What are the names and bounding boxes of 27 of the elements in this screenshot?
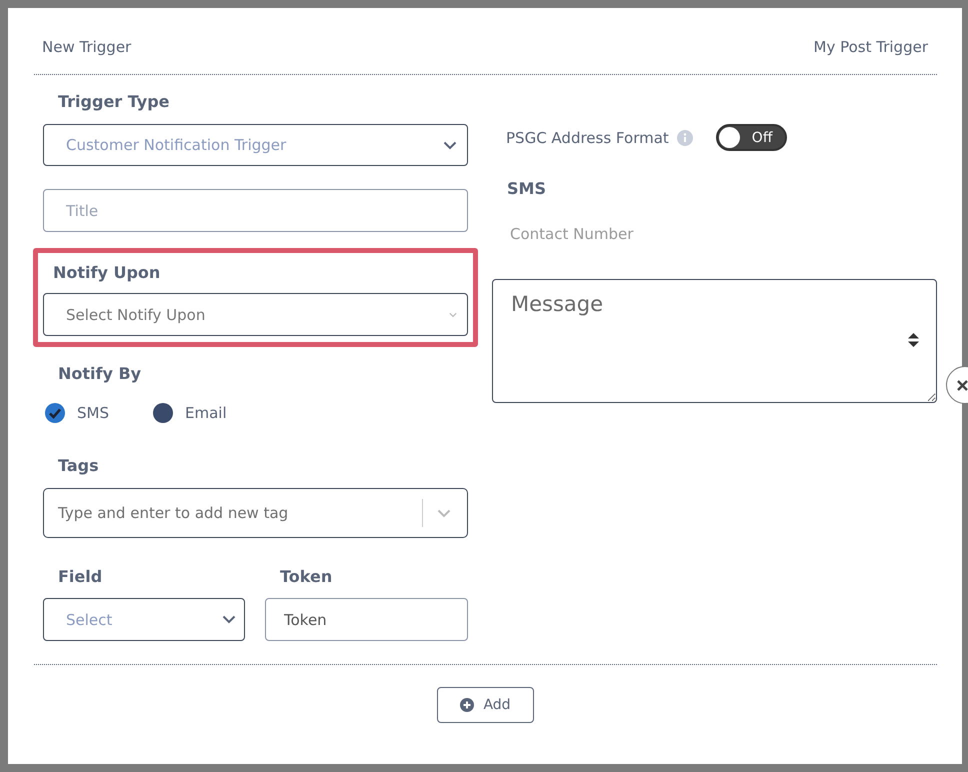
title-field[interactable]: Title: [43, 189, 468, 232]
chevron-icon: [437, 508, 451, 518]
tags-field[interactable]: Type and enter to add new tag: [43, 488, 468, 538]
token-field[interactable]: Token: [265, 598, 468, 641]
field-label: Field: [57, 567, 102, 587]
section-heading: SMS: [506, 179, 546, 199]
chevron-icon: [443, 140, 457, 150]
toggle-switch[interactable]: Off: [716, 124, 787, 151]
dialog-subtitle: My Post Trigger: [814, 37, 928, 57]
chevron-icon: [222, 615, 236, 624]
message-field[interactable]: Message: [492, 279, 937, 403]
field-label: Notify By: [57, 364, 142, 384]
plus-icon: [460, 698, 474, 712]
field-label: Tags: [57, 456, 99, 476]
checkbox-option[interactable]: Email: [153, 403, 227, 423]
field-label: Token: [279, 567, 332, 587]
close-icon: [957, 380, 968, 390]
field-label: Trigger Type: [57, 92, 170, 112]
chevron-icon: [449, 312, 457, 318]
dialog-title: New Trigger: [42, 37, 132, 57]
add-button[interactable]: Add: [437, 687, 534, 723]
sort-icon: [908, 333, 919, 347]
info-icon: [676, 130, 693, 146]
field-label: Notify Upon: [52, 263, 160, 283]
checkbox-option[interactable]: SMS: [45, 403, 109, 423]
select-field[interactable]: Select Notify Upon: [43, 293, 468, 336]
field-label: PSGC Address Format: [506, 128, 669, 146]
